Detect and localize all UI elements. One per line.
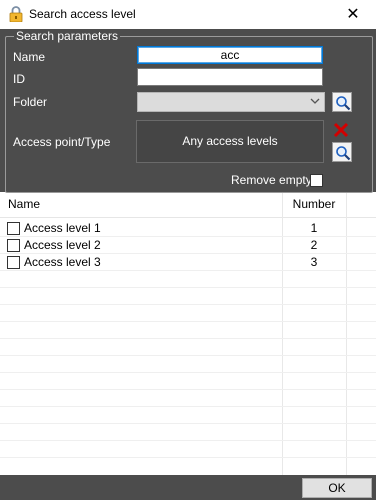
row-number: 1 [310, 221, 318, 235]
group-legend: Search parameters [14, 29, 121, 43]
remove-empty-checkbox[interactable] [310, 174, 323, 187]
title-bar: Search access level ✕ [0, 0, 376, 29]
table-row[interactable]: Access level 1 1 [0, 220, 376, 237]
folder-label: Folder [13, 95, 48, 109]
clear-access-point-button[interactable] [332, 121, 352, 141]
window-title: Search access level [29, 7, 136, 21]
search-panel: Search parameters Name acc ID Folder Acc… [0, 29, 376, 193]
row-number: 3 [310, 255, 318, 269]
id-input[interactable] [137, 68, 323, 86]
row-number: 2 [310, 238, 318, 252]
footer-bar: OK [0, 475, 376, 500]
name-label: Name [13, 50, 46, 64]
access-point-search-button[interactable] [332, 142, 352, 162]
ok-button[interactable]: OK [302, 478, 372, 498]
row-name: Access level 3 [24, 255, 101, 269]
lock-icon [9, 6, 23, 23]
row-name: Access level 2 [24, 238, 101, 252]
table-row[interactable]: Access level 2 2 [0, 237, 376, 254]
access-point-field[interactable]: Any access levels [136, 120, 324, 163]
remove-empty-label: Remove empty [231, 173, 312, 187]
row-checkbox[interactable] [7, 239, 20, 252]
row-name: Access level 1 [24, 221, 101, 235]
column-header-number[interactable]: Number [282, 197, 346, 211]
close-icon[interactable]: ✕ [330, 0, 376, 29]
table-header: Name Number [0, 193, 376, 218]
row-checkbox[interactable] [7, 222, 20, 235]
folder-select[interactable] [137, 92, 325, 112]
column-header-name[interactable]: Name [8, 197, 40, 211]
access-point-label: Access point/Type [13, 135, 111, 149]
results-table: Name Number Access level 1 1 Access leve… [0, 193, 376, 475]
name-input[interactable]: acc [137, 46, 323, 64]
folder-search-button[interactable] [332, 92, 352, 112]
chevron-down-icon [310, 94, 320, 111]
row-checkbox[interactable] [7, 256, 20, 269]
id-label: ID [13, 72, 25, 86]
table-row[interactable]: Access level 3 3 [0, 254, 376, 271]
